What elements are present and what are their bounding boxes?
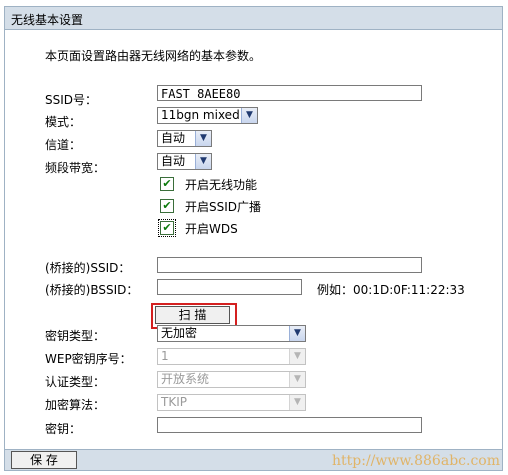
checkmark-icon: ✔ — [162, 177, 172, 190]
chevron-down-icon: ▼ — [289, 326, 305, 341]
wep-index-select[interactable]: 1 ▼ — [157, 348, 306, 365]
checkmark-icon: ✔ — [162, 221, 172, 234]
key-type-select[interactable]: 无加密 ▼ — [157, 325, 306, 342]
channel-label: 信道： — [45, 138, 82, 152]
enable-ssid-broadcast-label: 开启SSID广播 — [185, 200, 262, 214]
save-button[interactable]: 保 存 — [11, 451, 77, 469]
bridge-bssid-label: (桥接的)BSSID： — [45, 283, 139, 297]
enable-wds-label: 开启WDS — [185, 222, 238, 236]
panel-title: 无线基本设置 — [11, 13, 84, 27]
ssid-label: SSID号： — [45, 93, 98, 107]
enable-ssid-broadcast-checkbox[interactable]: ✔ — [160, 199, 174, 213]
wireless-settings-panel: 无线基本设置 本页面设置路由器无线网络的基本参数。 SSID号： FAST_8A… — [4, 6, 503, 471]
bridge-ssid-label: (桥接的)SSID： — [45, 261, 131, 275]
encrypt-select[interactable]: TKIP ▼ — [157, 394, 306, 411]
chevron-down-icon: ▼ — [289, 395, 305, 410]
wep-index-value: 1 — [161, 349, 169, 363]
chevron-down-icon: ▼ — [195, 131, 211, 146]
checkmark-icon: ✔ — [162, 199, 172, 212]
watermark-text: http://www.886abc.com — [332, 453, 500, 469]
wep-index-label: WEP密钥序号： — [45, 352, 132, 366]
enable-wireless-checkbox[interactable]: ✔ — [160, 177, 174, 191]
channel-value: 自动 — [161, 131, 186, 145]
enable-wds-checkbox[interactable]: ✔ — [158, 219, 176, 237]
auth-type-label: 认证类型： — [45, 375, 106, 389]
panel-description: 本页面设置路由器无线网络的基本参数。 — [45, 49, 262, 63]
channel-select[interactable]: 自动 ▼ — [157, 130, 212, 147]
chevron-down-icon: ▼ — [241, 108, 257, 123]
bridge-bssid-input[interactable] — [157, 279, 302, 295]
encrypt-label: 加密算法： — [45, 398, 106, 412]
chevron-down-icon: ▼ — [195, 154, 211, 169]
enable-wireless-label: 开启无线功能 — [185, 178, 258, 192]
mode-value: 11bgn mixed — [161, 108, 240, 122]
auth-type-select[interactable]: 开放系统 ▼ — [157, 371, 306, 388]
chevron-down-icon: ▼ — [289, 372, 305, 387]
chevron-down-icon: ▼ — [289, 349, 305, 364]
encrypt-value: TKIP — [161, 395, 187, 409]
mode-select[interactable]: 11bgn mixed ▼ — [157, 107, 258, 124]
bridge-ssid-input[interactable] — [157, 257, 422, 273]
auth-type-value: 开放系统 — [161, 372, 210, 386]
mode-label: 模式： — [45, 115, 82, 129]
bandwidth-value: 自动 — [161, 154, 186, 168]
panel-header: 无线基本设置 — [5, 7, 502, 30]
bandwidth-select[interactable]: 自动 ▼ — [157, 153, 212, 170]
scan-button[interactable]: 扫 描 — [155, 306, 230, 324]
key-label: 密钥： — [45, 422, 82, 436]
key-type-value: 无加密 — [161, 326, 198, 340]
bssid-example-hint: 例如：00:1D:0F:11:22:33 — [317, 283, 465, 297]
ssid-input[interactable]: FAST_8AEE80 — [157, 85, 422, 101]
key-input[interactable] — [157, 417, 422, 433]
key-type-label: 密钥类型： — [45, 329, 106, 343]
bandwidth-label: 频段带宽： — [45, 161, 106, 175]
